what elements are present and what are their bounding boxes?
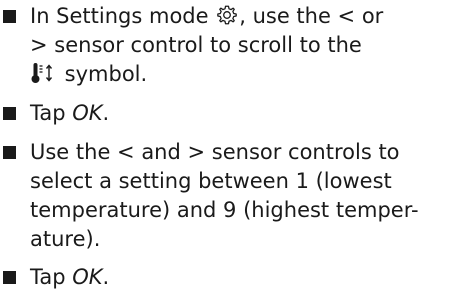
instruction-page: In Settings mode , use the < or > sensor… [0,0,468,305]
bullet-square [3,107,16,120]
step-line: > sensor control to scroll to the [30,33,362,57]
list-item: Tap OK. [0,99,468,128]
step-line: temperature) and 9 (highest temper- [30,198,419,222]
thermometer-updown-icon [31,63,53,83]
step-text: symbol. [58,62,148,86]
step-text: In Settings mode [30,4,216,28]
step-text: Tap [30,101,73,125]
step-line: select a setting between 1 (lowest [30,169,392,193]
step-line: symbol. [30,60,468,89]
step-line: Tap OK. [30,263,468,292]
list-item: Tap OK. [0,263,468,292]
step-text: , use the < or [239,4,384,28]
bullet-square [3,146,16,159]
bullet-square [3,271,16,284]
step-list: In Settings mode , use the < or > sensor… [0,0,468,292]
ok-action-label: OK [72,265,103,289]
step-line: Tap OK. [30,99,468,128]
step-line: ature). [30,227,101,251]
ok-action-label: OK [72,101,103,125]
gear-icon [217,5,238,25]
step-text: . [102,101,110,125]
bullet-square [3,10,16,23]
step-text: . [102,265,110,289]
step-text: Tap [30,265,73,289]
list-item: Use the < and > sensor controls to selec… [0,138,468,254]
step-line: Use the < and > sensor controls to [30,140,400,164]
step-line: In Settings mode , use the < or [30,2,468,31]
list-item: In Settings mode , use the < or > sensor… [0,2,468,89]
